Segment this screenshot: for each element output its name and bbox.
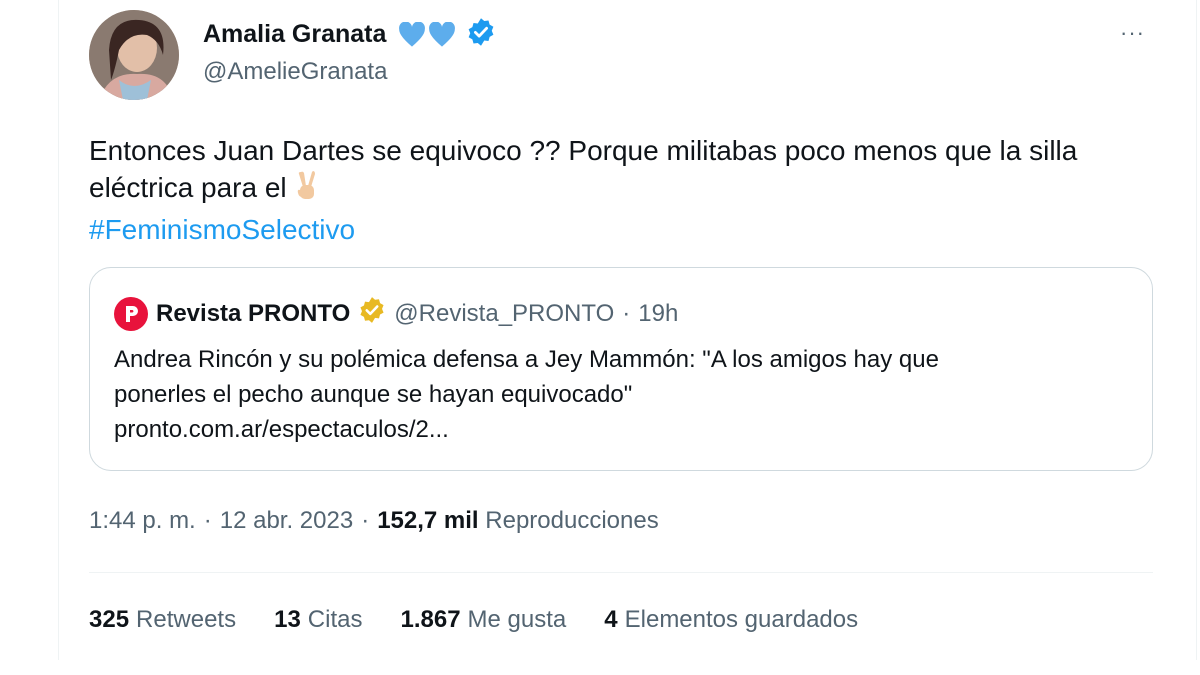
divider [89,572,1153,573]
retweets-stat[interactable]: 325 Retweets [89,606,236,634]
quoted-link[interactable]: pronto.com.ar/espectaculos/2... [114,416,449,443]
quotes-label: Citas [307,606,363,633]
likes-label: Me gusta [467,606,567,633]
blue-heart-icon [429,21,456,47]
author-name[interactable]: Amalia Granata [203,20,386,49]
bookmarks-count: 4 [604,606,618,633]
verified-badge-icon[interactable] [466,17,496,52]
quoted-author-name[interactable]: Revista PRONTO [156,300,350,328]
quoted-tweet-time[interactable]: 19h [638,300,678,328]
separator-dot: · [622,299,631,327]
views-group[interactable]: 152,7 mil Reproducciones [377,507,659,535]
meta-separator: · [203,507,212,534]
tweet-text: Entonces Juan Dartes se equivoco ?? Porq… [89,132,1159,248]
likes-stat[interactable]: 1.867 Me gusta [400,606,566,634]
likes-count: 1.867 [400,606,461,633]
pronto-logo-icon[interactable] [114,296,148,331]
quoted-tweet[interactable]: Revista PRONTO @Revista_PRONTO · 19h And… [89,267,1153,471]
author-handle[interactable]: @AmelieGranata [203,58,387,86]
quoted-text-line2: ponerles el pecho aunque se hayan equivo… [114,381,633,408]
gold-verified-icon [358,296,386,331]
quotes-count: 13 [274,606,301,633]
bookmarks-stat[interactable]: 4 Elementos guardados [604,606,858,634]
tweet-meta: 1:44 p. m. · 12 abr. 2023 · 152,7 mil Re… [89,507,659,535]
tweet-time[interactable]: 1:44 p. m. [89,507,196,535]
quotes-stat[interactable]: 13 Citas [274,606,362,634]
views-label: Reproducciones [485,507,659,534]
blue-heart-icon [399,21,426,47]
quoted-author-handle[interactable]: @Revista_PRONTO [394,300,614,328]
engagement-stats: 325 Retweets 13 Citas 1.867 Me gusta 4 Eleme… [89,606,858,634]
retweets-count: 325 [89,606,130,633]
quoted-text-line1: Andrea Rincón y su polémica defensa a Je… [114,346,939,373]
quoted-tweet-text: Andrea Rincón y su polémica defensa a Je… [114,342,1124,447]
author-avatar[interactable] [89,10,179,100]
tweet-date[interactable]: 12 abr. 2023 [220,507,353,535]
more-options-icon[interactable]: ··· [1120,20,1145,46]
bookmarks-label: Elementos guardados [624,606,859,633]
views-count: 152,7 mil [377,507,479,534]
hashtag-link[interactable]: #FeminismoSelectivo [89,214,355,245]
quoted-tweet-header: Revista PRONTO @Revista_PRONTO · 19h [114,296,678,331]
heart-badges [398,21,456,48]
tweet-body: Entonces Juan Dartes se equivoco ?? Porq… [89,135,1078,203]
victory-hand-icon [291,170,321,211]
author-name-row: Amalia Granata [203,17,496,52]
meta-separator: · [361,507,370,534]
retweets-label: Retweets [136,606,237,633]
